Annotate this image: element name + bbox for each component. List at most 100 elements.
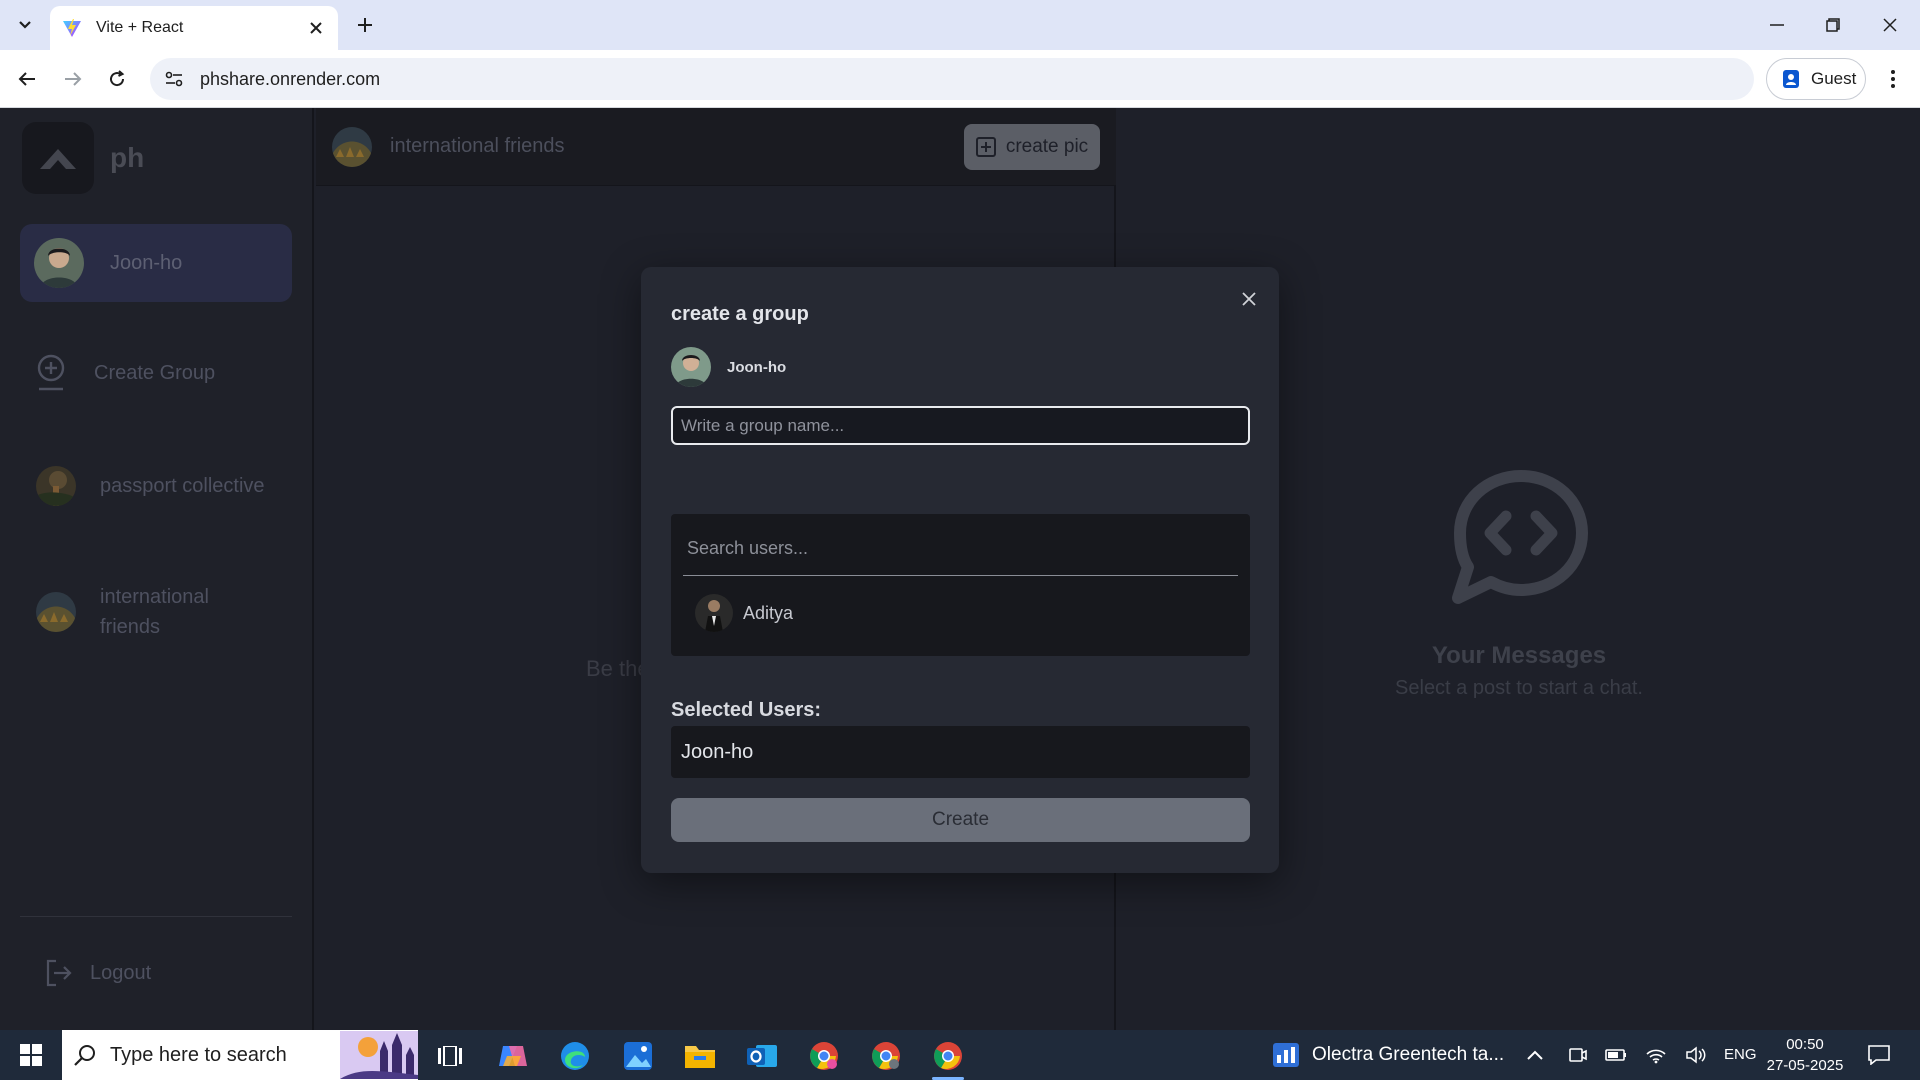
create-pic-button[interactable]: create pic bbox=[964, 124, 1100, 170]
meet-now-button[interactable] bbox=[1564, 1042, 1590, 1068]
more-vertical-icon bbox=[1891, 70, 1895, 88]
sidebar-item-international-friends[interactable]: international friends bbox=[36, 582, 230, 642]
user-avatar bbox=[695, 594, 733, 632]
close-icon bbox=[310, 22, 322, 34]
profile-button[interactable]: Guest bbox=[1766, 58, 1866, 100]
user-search-input[interactable] bbox=[683, 522, 1238, 576]
news-text: Olectra Greentech ta... bbox=[1312, 1044, 1505, 1065]
browser-menu-button[interactable] bbox=[1878, 64, 1908, 94]
address-bar[interactable]: phshare.onrender.com bbox=[150, 58, 1754, 100]
news-widget[interactable]: Olectra Greentech ta... bbox=[1272, 1030, 1504, 1080]
restore-icon bbox=[1826, 18, 1840, 32]
network-status[interactable] bbox=[1643, 1042, 1669, 1068]
clock-time: 00:50 bbox=[1786, 1036, 1824, 1053]
user-search-box: Aditya bbox=[671, 514, 1250, 656]
add-circle-icon bbox=[37, 354, 65, 391]
current-user-card[interactable]: Joon-ho bbox=[20, 224, 292, 302]
logout-icon bbox=[46, 959, 72, 987]
url-text: phshare.onrender.com bbox=[200, 68, 381, 89]
modal-title: create a group bbox=[671, 303, 809, 325]
volume-control[interactable] bbox=[1683, 1042, 1709, 1068]
chrome-app-1[interactable] bbox=[798, 1035, 850, 1077]
sidebar-item-label: international friends bbox=[100, 586, 209, 638]
sidebar-item-passport-collective[interactable]: passport collective bbox=[36, 466, 265, 506]
group-name-input[interactable] bbox=[671, 406, 1250, 445]
sidebar-item-create-group[interactable]: Create Group bbox=[36, 354, 215, 392]
file-explorer-app[interactable] bbox=[674, 1035, 726, 1077]
reload-button[interactable] bbox=[102, 64, 132, 94]
back-button[interactable] bbox=[12, 64, 42, 94]
minimize-icon bbox=[1770, 24, 1784, 26]
battery-status[interactable] bbox=[1603, 1042, 1629, 1068]
search-result-item[interactable]: Aditya bbox=[695, 594, 793, 632]
chrome-icon bbox=[934, 1042, 962, 1070]
chrome-app-3[interactable] bbox=[922, 1035, 974, 1080]
logo-text: ph bbox=[110, 142, 145, 173]
sidebar-divider bbox=[20, 916, 292, 917]
modal-user-name: Joon-ho bbox=[727, 358, 787, 376]
notification-icon bbox=[1868, 1045, 1890, 1065]
chrome-icon bbox=[872, 1042, 900, 1070]
modal-close-button[interactable] bbox=[1237, 287, 1261, 311]
create-group-modal: create a group Joon-ho Aditya Selected U… bbox=[641, 267, 1279, 873]
sidebar-item-label: Create Group bbox=[94, 362, 216, 384]
tab-close-button[interactable] bbox=[306, 18, 326, 38]
edge-app[interactable] bbox=[549, 1035, 601, 1077]
task-view-button[interactable] bbox=[424, 1035, 476, 1077]
forward-button[interactable] bbox=[58, 64, 88, 94]
notification-center-button[interactable] bbox=[1866, 1042, 1892, 1068]
system-clock[interactable]: 00:50 27-05-2025 bbox=[1760, 1034, 1850, 1076]
task-view-icon bbox=[438, 1046, 462, 1066]
start-button[interactable] bbox=[0, 1030, 62, 1080]
search-result-name: Aditya bbox=[743, 602, 794, 623]
windows-taskbar: Type here to search Olectra Greentech ta… bbox=[0, 1030, 1920, 1080]
minimize-button[interactable] bbox=[1762, 10, 1792, 40]
stock-chart-icon bbox=[1273, 1043, 1299, 1067]
language-indicator[interactable]: ENG bbox=[1724, 1046, 1757, 1063]
taskbar-search-box[interactable]: Type here to search bbox=[62, 1030, 418, 1080]
browser-tab[interactable]: Vite + React bbox=[50, 6, 338, 50]
new-tab-button[interactable] bbox=[352, 12, 378, 38]
vite-logo-icon bbox=[63, 19, 81, 37]
tab-search-button[interactable] bbox=[12, 12, 38, 38]
selected-users-box: Joon-ho bbox=[671, 726, 1250, 778]
photos-icon bbox=[624, 1042, 652, 1070]
chrome-icon bbox=[810, 1042, 838, 1070]
restore-button[interactable] bbox=[1818, 10, 1848, 40]
site-info-icon[interactable] bbox=[162, 67, 186, 91]
outlook-app[interactable] bbox=[736, 1035, 788, 1077]
user-avatar bbox=[671, 347, 711, 387]
edge-icon bbox=[561, 1042, 589, 1070]
create-button-label: Create bbox=[931, 809, 990, 830]
copilot-app[interactable] bbox=[487, 1035, 539, 1077]
tray-overflow-button[interactable] bbox=[1522, 1042, 1548, 1068]
group-name: international friends bbox=[390, 135, 565, 157]
create-pic-label: create pic bbox=[1005, 136, 1089, 157]
wifi-icon bbox=[1646, 1049, 1666, 1064]
plus-icon bbox=[358, 18, 372, 32]
selected-user-chip[interactable]: Joon-ho bbox=[681, 741, 753, 764]
battery-icon bbox=[1605, 1049, 1626, 1061]
add-image-icon bbox=[975, 137, 996, 157]
castle-decoration-icon bbox=[340, 1031, 418, 1079]
chevron-down-icon bbox=[19, 21, 31, 29]
logout-button[interactable]: Logout bbox=[44, 958, 151, 988]
group-avatar bbox=[36, 466, 76, 506]
windows-logo-icon bbox=[20, 1044, 42, 1066]
selected-users-label: Selected Users: bbox=[671, 699, 822, 721]
create-group-button[interactable]: Create bbox=[671, 798, 1250, 842]
arrow-right-icon bbox=[65, 72, 82, 86]
group-avatar[interactable] bbox=[332, 126, 372, 167]
chrome-app-2[interactable] bbox=[860, 1035, 912, 1077]
camera-icon bbox=[1569, 1048, 1587, 1062]
browser-toolbar: phshare.onrender.com Guest bbox=[0, 50, 1920, 108]
speaker-icon bbox=[1686, 1046, 1706, 1064]
tab-title: Vite + React bbox=[96, 19, 184, 36]
group-avatar bbox=[36, 592, 76, 632]
photos-app[interactable] bbox=[612, 1035, 664, 1077]
logo-row: ph bbox=[22, 122, 144, 194]
profile-label: Guest bbox=[1811, 69, 1857, 88]
app-logo[interactable] bbox=[22, 122, 94, 194]
close-icon bbox=[1242, 292, 1256, 306]
window-close-button[interactable] bbox=[1875, 10, 1905, 40]
